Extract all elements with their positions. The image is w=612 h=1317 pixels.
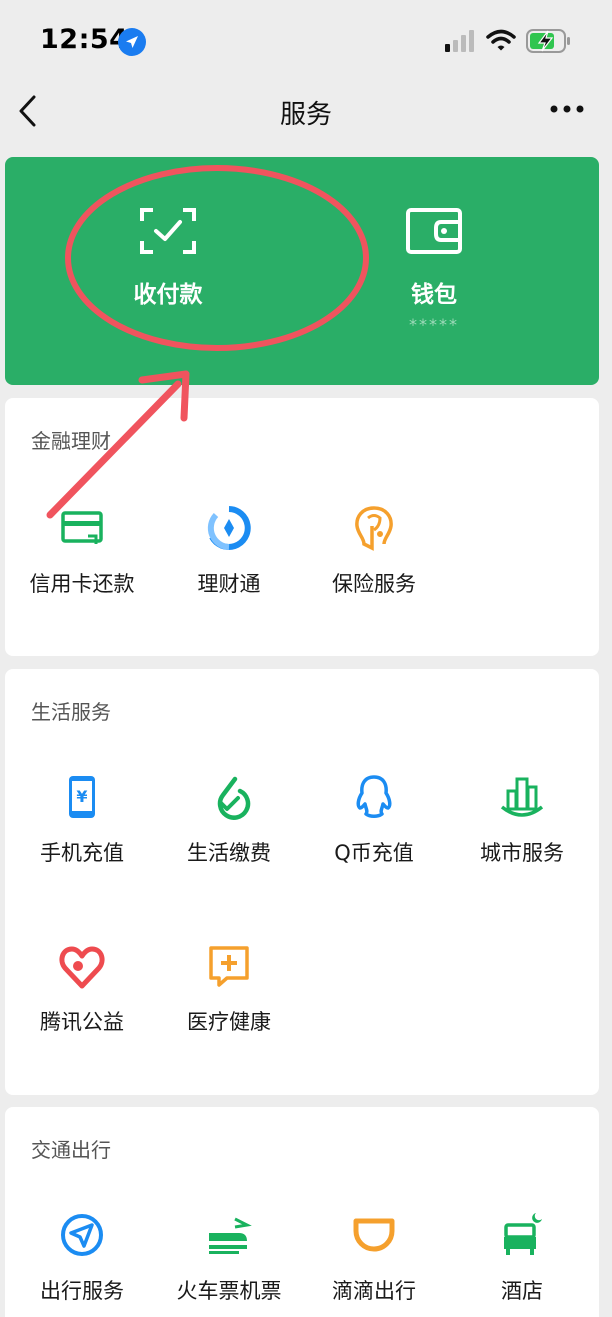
cellular-signal-icon — [445, 30, 474, 52]
city-service-icon — [500, 777, 544, 817]
wealth-item[interactable]: 理财通 — [156, 504, 302, 598]
credit-card-repay-item[interactable]: 信用卡还款 — [9, 504, 155, 598]
medical-icon — [209, 946, 249, 987]
svg-text:¥: ¥ — [76, 787, 87, 806]
nav-bar: 服务 — [0, 84, 612, 140]
city-service-label: 城市服务 — [480, 841, 564, 865]
battery-charging-icon — [526, 29, 570, 53]
wifi-icon — [486, 29, 516, 51]
train-ticket-item[interactable]: 火车票机票 — [156, 1211, 302, 1305]
qq-coin-item[interactable]: Q币充值 — [301, 773, 447, 867]
phone-topup-label: 手机充值 — [40, 841, 124, 865]
phone-topup-item[interactable]: ¥ 手机充值 — [9, 773, 155, 867]
hotel-item[interactable]: 酒店 — [449, 1211, 595, 1305]
status-bar: 12:54 — [0, 0, 612, 84]
insurance-label: 保险服务 — [332, 572, 416, 596]
wallet-label: 钱包 — [411, 282, 457, 308]
city-service-item[interactable]: 城市服务 — [449, 773, 595, 867]
finance-section: 金融理财 信用卡还款 理财通 保险服务 — [5, 398, 599, 656]
train-ticket-icon — [209, 1217, 252, 1254]
finance-section-title: 金融理财 — [31, 429, 111, 453]
medical-item[interactable]: 医疗健康 — [156, 942, 302, 1036]
didi-icon — [353, 1218, 395, 1252]
travel-service-icon — [61, 1214, 103, 1256]
location-arrow-icon — [118, 28, 146, 56]
page-title: 服务 — [279, 100, 332, 130]
transport-section-title: 交通出行 — [31, 1138, 111, 1162]
hotel-label: 酒店 — [501, 1279, 543, 1303]
charity-item[interactable]: 腾讯公益 — [9, 942, 155, 1036]
train-ticket-label: 火车票机票 — [176, 1279, 282, 1303]
pay-receive-label: 收付款 — [133, 282, 203, 308]
utility-bill-label: 生活缴费 — [187, 841, 271, 865]
pay-receive-button[interactable]: 收付款 — [68, 207, 268, 309]
travel-service-item[interactable]: 出行服务 — [9, 1211, 155, 1305]
wallet-icon — [406, 208, 462, 254]
charity-heart-icon — [59, 946, 105, 989]
travel-service-label: 出行服务 — [40, 1279, 124, 1303]
utility-bill-item[interactable]: 生活缴费 — [156, 773, 302, 867]
hotel-icon — [504, 1213, 542, 1255]
wealth-label: 理财通 — [197, 572, 261, 596]
utility-bill-icon — [217, 776, 251, 820]
transport-section: 交通出行 出行服务 火车票机票 滴滴出行 酒店 — [5, 1107, 599, 1317]
more-dots-icon[interactable] — [550, 102, 584, 116]
wallet-card: 收付款 钱包 ***** — [5, 157, 599, 385]
credit-card-repay-label: 信用卡还款 — [29, 572, 135, 596]
wallet-button[interactable]: 钱包 ***** — [334, 207, 534, 334]
didi-item[interactable]: 滴滴出行 — [301, 1211, 447, 1305]
didi-label: 滴滴出行 — [332, 1279, 416, 1303]
life-section-title: 生活服务 — [31, 700, 111, 724]
qq-coin-label: Q币充值 — [334, 841, 414, 865]
medical-label: 医疗健康 — [187, 1010, 271, 1034]
charity-label: 腾讯公益 — [40, 1010, 124, 1034]
life-section: 生活服务 ¥ 手机充值 生活缴费 Q币充值 城市服务 腾讯公益 医疗健康 — [5, 669, 599, 1095]
status-time: 12:54 — [40, 24, 129, 55]
wealth-icon — [207, 506, 251, 550]
wallet-balance-masked: ***** — [409, 315, 459, 334]
insurance-icon — [355, 506, 393, 551]
scan-check-icon — [140, 208, 196, 254]
qq-coin-icon — [356, 775, 392, 818]
phone-topup-icon: ¥ — [69, 776, 95, 818]
credit-card-icon — [61, 511, 103, 544]
insurance-item[interactable]: 保险服务 — [301, 504, 447, 598]
